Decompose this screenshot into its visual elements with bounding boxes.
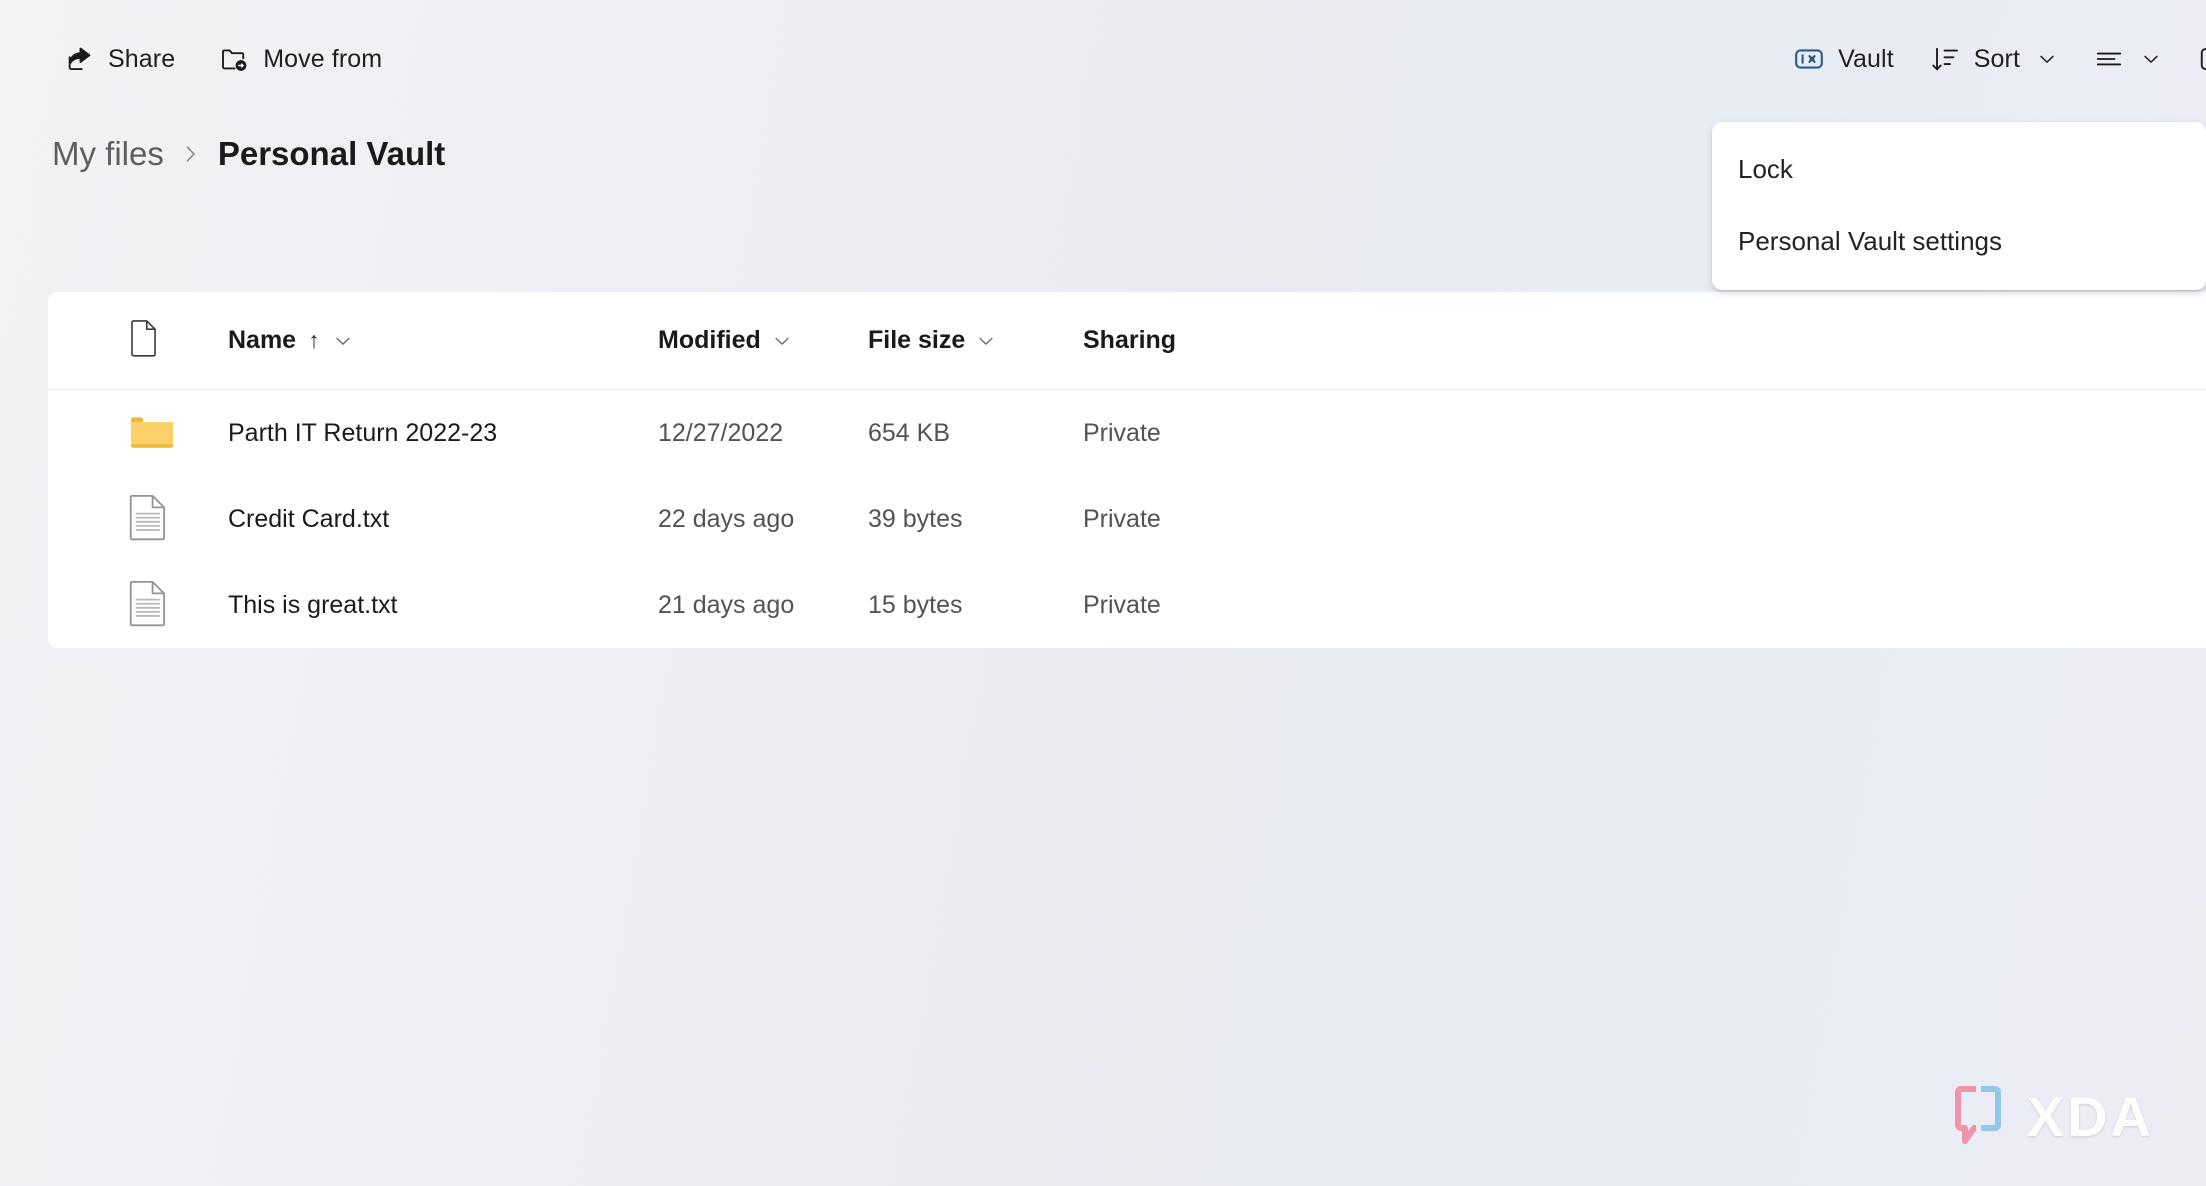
breadcrumb-item-personal-vault: Personal Vault	[217, 135, 446, 172]
row-filesize-label: 15 bytes	[868, 590, 963, 619]
menu-item-personal-vault-settings[interactable]: Personal Vault settings	[1712, 212, 2206, 270]
row-name-cell[interactable]: This is great.txt	[228, 591, 658, 620]
row-name-cell[interactable]: Parth IT Return 2022-23	[228, 419, 658, 448]
info-panel-button[interactable]	[2182, 31, 2206, 87]
vault-icon	[1794, 44, 1824, 74]
row-sharing-cell[interactable]: Private	[1083, 505, 1343, 534]
command-bar-left-group: Share Move from	[48, 31, 398, 87]
column-header-filesize[interactable]: File size	[868, 326, 1083, 355]
breadcrumb-item-my-files[interactable]: My files	[44, 133, 172, 175]
row-name-label: Parth IT Return 2022-23	[228, 418, 498, 447]
row-filesize-cell: 654 KB	[868, 419, 1083, 448]
xda-wordmark: XDA	[2026, 1084, 2154, 1148]
column-header-sharing[interactable]: Sharing	[1083, 326, 1343, 355]
vault-button[interactable]: Vault	[1778, 31, 1910, 87]
file-list-header: Name ↑ Modified File size Sharing	[48, 292, 2206, 390]
chevron-down-icon	[2036, 48, 2058, 70]
move-from-button[interactable]: Move from	[203, 31, 398, 87]
row-name-label: This is great.txt	[228, 590, 398, 619]
sort-ascending-indicator: ↑	[308, 327, 320, 353]
xda-watermark: XDA	[1945, 1081, 2154, 1152]
breadcrumb: My files Personal Vault	[44, 124, 453, 184]
column-header-filesize-label[interactable]: File size	[868, 326, 965, 355]
xda-brackets-icon	[1945, 1081, 2011, 1152]
share-icon	[64, 44, 94, 74]
table-row[interactable]: This is great.txt 21 days ago 15 bytes P…	[48, 562, 2206, 648]
view-list-icon	[2094, 44, 2124, 74]
table-row[interactable]: Credit Card.txt 22 days ago 39 bytes Pri…	[48, 476, 2206, 562]
file-type-icon	[128, 319, 160, 362]
text-file-icon	[128, 493, 168, 546]
row-filesize-cell: 15 bytes	[868, 591, 1083, 620]
row-sharing-label: Private	[1083, 590, 1161, 619]
column-header-name[interactable]: Name ↑	[228, 326, 658, 355]
row-modified-label: 22 days ago	[658, 504, 795, 533]
row-sharing-cell[interactable]: Private	[1083, 419, 1343, 448]
row-sharing-label: Private	[1083, 504, 1161, 533]
row-sharing-cell[interactable]: Private	[1083, 591, 1343, 620]
row-filesize-label: 654 KB	[868, 418, 951, 447]
chevron-down-icon[interactable]	[975, 330, 997, 352]
text-file-icon	[128, 579, 168, 632]
sort-button[interactable]: Sort	[1914, 31, 2074, 87]
row-modified-label: 21 days ago	[658, 590, 795, 619]
info-panel-icon	[2198, 44, 2206, 74]
folder-icon	[128, 411, 176, 456]
column-header-file-type[interactable]	[128, 319, 228, 362]
row-name-label: Credit Card.txt	[228, 504, 390, 533]
chevron-down-icon	[2140, 48, 2162, 70]
column-header-modified-label[interactable]: Modified	[658, 326, 761, 355]
file-list-card: Name ↑ Modified File size Sharing Parth …	[48, 292, 2206, 648]
row-icon-cell	[128, 579, 228, 632]
row-name-cell[interactable]: Credit Card.txt	[228, 505, 658, 534]
row-modified-label: 12/27/2022	[658, 418, 784, 447]
sort-descending-icon	[1930, 44, 1960, 74]
column-header-name-label[interactable]: Name	[228, 326, 296, 355]
row-modified-cell: 22 days ago	[658, 505, 868, 534]
row-modified-cell: 21 days ago	[658, 591, 868, 620]
share-button-label: Share	[108, 44, 176, 73]
menu-spacer	[1712, 198, 2206, 212]
vault-button-label: Vault	[1838, 44, 1894, 73]
share-button[interactable]: Share	[48, 31, 191, 87]
command-bar-right-group: Vault Sort	[1778, 0, 2206, 118]
chevron-down-icon[interactable]	[771, 330, 793, 352]
vault-context-menu: Lock Personal Vault settings	[1712, 122, 2206, 290]
row-icon-cell	[128, 493, 228, 546]
table-row[interactable]: Parth IT Return 2022-23 12/27/2022 654 K…	[48, 390, 2206, 476]
breadcrumb-separator-icon	[176, 142, 206, 166]
row-icon-cell	[128, 411, 228, 456]
move-from-button-label: Move from	[263, 44, 383, 73]
view-options-button[interactable]	[2078, 31, 2178, 87]
move-from-folder-icon	[219, 44, 249, 74]
row-sharing-label: Private	[1083, 418, 1161, 447]
row-filesize-label: 39 bytes	[868, 504, 963, 533]
menu-item-lock[interactable]: Lock	[1712, 140, 2206, 198]
command-bar: Share Move from Vault Sort	[0, 0, 2206, 118]
column-header-sharing-label: Sharing	[1083, 326, 1177, 354]
column-header-modified[interactable]: Modified	[658, 326, 868, 355]
row-filesize-cell: 39 bytes	[868, 505, 1083, 534]
sort-button-label: Sort	[1973, 44, 2020, 73]
row-modified-cell: 12/27/2022	[658, 419, 868, 448]
chevron-down-icon[interactable]	[332, 330, 354, 352]
